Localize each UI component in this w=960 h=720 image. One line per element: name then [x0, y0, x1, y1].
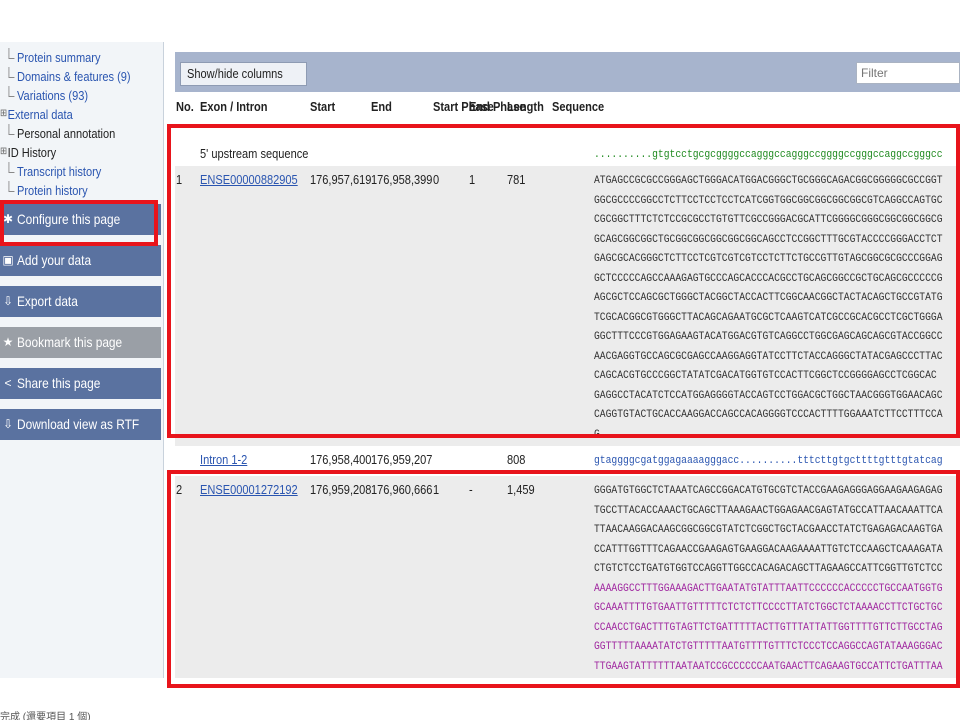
action-label: Add your data — [17, 252, 92, 268]
sidebar-tree-label: Protein summary — [17, 50, 101, 65]
sidebar-tree-item[interactable]: Domains & features (9) — [0, 67, 139, 86]
cell-start: 176,958,400 — [310, 452, 372, 467]
bookmark-icon: ★ — [2, 335, 14, 349]
highlight-box — [167, 470, 960, 688]
sidebar-tree-label: Variations (93) — [17, 88, 89, 103]
highlight-box — [0, 200, 158, 246]
sidebar-tree-label: Personal annotation — [17, 126, 116, 141]
sidebar-tree-item[interactable]: Protein history — [0, 181, 139, 200]
sidebar-tree-label: External data — [7, 107, 73, 122]
action-button[interactable]: < Share this page — [0, 368, 161, 399]
filter-input[interactable] — [856, 62, 960, 84]
status-bar-text: 完成 (還要項目 1 個) — [0, 712, 91, 720]
sidebar-tree-label: Domains & features (9) — [17, 69, 131, 84]
sidebar-tree-item: Personal annotation — [0, 124, 139, 143]
action-label: Share this page — [17, 375, 101, 391]
sidebar-tree-item[interactable]: Transcript history — [0, 162, 139, 181]
action-label: Bookmark this page — [17, 334, 123, 350]
action-label: Download view as RTF — [17, 416, 140, 432]
sidebar-tree-item[interactable]: ⊞ External data — [0, 105, 139, 124]
column-header[interactable]: Length — [507, 99, 544, 114]
column-header[interactable]: End — [371, 99, 392, 114]
left-sidebar: Protein summary Domains & features (9) Var… — [0, 42, 164, 720]
column-header[interactable]: Exon / Intron — [200, 99, 268, 114]
expand-icon[interactable]: ⊞ — [0, 142, 7, 161]
action-button: ★ Bookmark this page — [0, 327, 161, 358]
action-button[interactable]: ⇩ Download view as RTF — [0, 409, 161, 440]
sidebar-tree-label: ID History — [7, 145, 57, 160]
add-document-icon: ▣ — [2, 253, 14, 267]
sequence-cell: gtaggggcgatggagaaaagggacc..........tttct… — [594, 452, 943, 472]
action-label: Export data — [17, 293, 78, 309]
action-button[interactable]: ▣ Add your data — [0, 245, 161, 276]
highlight-box — [167, 124, 960, 438]
sidebar-tree-label: Transcript history — [17, 164, 102, 179]
exon-link[interactable]: Intron 1-2 — [200, 452, 247, 467]
export-icon: ⇩ — [2, 294, 14, 308]
column-header[interactable]: Sequence — [552, 99, 604, 114]
expand-icon[interactable]: ⊞ — [0, 104, 7, 123]
sidebar-tree-item[interactable]: Protein summary — [0, 48, 139, 67]
column-header[interactable]: No. — [176, 99, 194, 114]
sequence-line: gtaggggcgatggagaaaagggacc..........tttct… — [594, 455, 943, 467]
cell-end: 176,959,207 — [371, 452, 433, 467]
table-header: No. Exon / Intron Start End Start Phase End P… — [175, 92, 960, 128]
cell-length: 808 — [507, 452, 526, 467]
action-button[interactable]: ⇩ Export data — [0, 286, 161, 317]
share-icon: < — [4, 376, 12, 390]
download-icon: ⇩ — [2, 417, 14, 431]
sidebar-tree-item: ⊞ ID History — [0, 143, 139, 162]
sidebar-tree: Protein summary Domains & features (9) Var… — [0, 48, 163, 200]
sidebar-tree-label: Protein history — [17, 183, 88, 198]
show-hide-columns-button[interactable]: Show/hide columns — [180, 62, 307, 86]
sidebar-tree-item[interactable]: Variations (93) — [0, 86, 139, 105]
table-toolbar: Show/hide columns — [175, 52, 960, 92]
show-hide-columns-label: Show/hide columns — [187, 66, 283, 81]
column-header[interactable]: Start — [310, 99, 335, 114]
